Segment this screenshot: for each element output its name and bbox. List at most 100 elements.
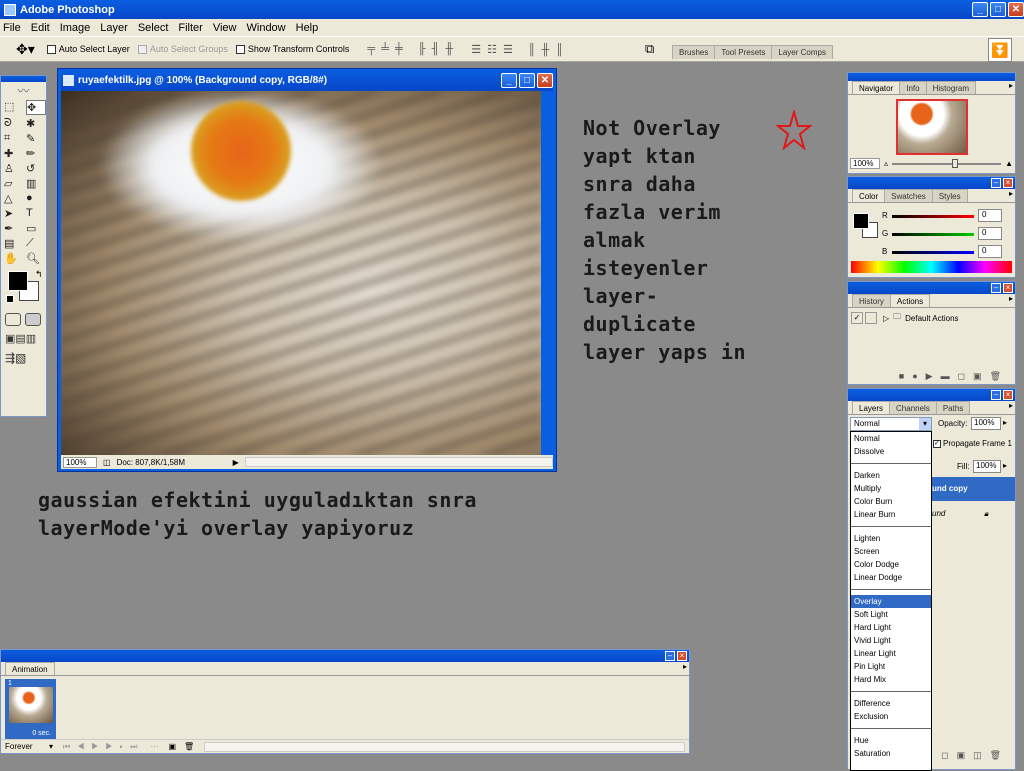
tab-navigator[interactable]: Navigator	[852, 81, 901, 94]
blend-option[interactable]: Linear Light	[851, 647, 931, 660]
close-button[interactable]: ✕	[1008, 2, 1024, 17]
hand-tool-icon[interactable]: ✋	[4, 252, 24, 265]
panel-menu-icon[interactable]: ▸	[683, 662, 687, 675]
foreground-color[interactable]	[8, 271, 28, 291]
blend-option[interactable]: Exclusion	[851, 710, 931, 723]
layer-row-selected[interactable]: und copy	[932, 477, 1015, 501]
tab-styles[interactable]: Styles	[931, 189, 968, 202]
brush-tool-icon[interactable]: ✏	[26, 147, 46, 160]
blend-option[interactable]: Screen	[851, 545, 931, 558]
tab-paths[interactable]: Paths	[935, 401, 971, 414]
blend-option[interactable]: Difference	[851, 697, 931, 710]
crop-tool-icon[interactable]: ⌗	[4, 132, 24, 145]
animation-panel-close[interactable]: ×	[677, 651, 687, 661]
tab-layers[interactable]: Layers	[852, 401, 891, 414]
blend-option[interactable]: Multiply	[851, 482, 931, 495]
blend-option[interactable]: Normal	[851, 432, 931, 445]
doc-maximize-button[interactable]: □	[519, 72, 535, 88]
move-tool-icon[interactable]: ✥	[26, 100, 46, 115]
expand-triangle-icon[interactable]: ▷	[883, 314, 889, 323]
blend-mode-dropdown[interactable]: Normal Dissolve Darken Multiply Color Bu…	[850, 431, 932, 771]
tween-icon[interactable]: ⋯	[150, 742, 158, 751]
zoom-out-icon[interactable]: ▵	[884, 159, 888, 168]
blend-option[interactable]: Linear Burn	[851, 508, 931, 521]
propagate-checkbox[interactable]: ✓	[933, 440, 941, 448]
blend-option[interactable]: Lighten	[851, 532, 931, 545]
well-tab-layer-comps[interactable]: Layer Comps	[771, 45, 833, 59]
magic-wand-tool-icon[interactable]: ✱	[26, 117, 46, 130]
dodge-tool-icon[interactable]: ●	[26, 192, 46, 205]
screen-mode-icons[interactable]: ▣▤▥	[5, 332, 42, 345]
blur-tool-icon[interactable]: △	[4, 192, 24, 205]
b-value[interactable]: 0	[978, 245, 1002, 258]
blend-option[interactable]: Color Burn	[851, 495, 931, 508]
r-slider[interactable]	[892, 215, 974, 218]
well-tab-brushes[interactable]: Brushes	[672, 45, 716, 59]
zoom-in-icon[interactable]: ▲	[1005, 159, 1013, 168]
doc-status-menu-icon[interactable]: ▶	[233, 458, 239, 467]
color-fg-swatch[interactable]	[853, 213, 869, 229]
blend-option[interactable]: Pin Light	[851, 660, 931, 673]
layers-panel-minimize[interactable]: –	[991, 390, 1001, 400]
fill-arrow-icon[interactable]: ▸	[1003, 461, 1007, 470]
loop-select[interactable]: Forever	[5, 742, 49, 751]
marquee-tool-icon[interactable]: ⬚	[4, 100, 24, 115]
action-dialog-toggle[interactable]	[865, 312, 877, 324]
menu-view[interactable]: View	[213, 22, 237, 34]
tab-color[interactable]: Color	[852, 189, 886, 202]
history-panel-close[interactable]: ×	[1003, 283, 1013, 293]
r-value[interactable]: 0	[978, 209, 1002, 222]
jump-to-imageready-icon[interactable]: ⇶▧	[5, 351, 42, 365]
navigator-zoom-field[interactable]: 100%	[850, 158, 880, 169]
tab-history[interactable]: History	[852, 294, 891, 307]
blend-option[interactable]: Color Dodge	[851, 558, 931, 571]
type-tool-icon[interactable]: T	[26, 207, 46, 220]
menu-window[interactable]: Window	[247, 22, 286, 34]
animation-frame[interactable]: 1 0 sec.	[5, 679, 56, 740]
color-spectrum-ramp[interactable]	[851, 261, 1012, 273]
slice-tool-icon[interactable]: ✎	[26, 132, 46, 145]
doc-h-scrollbar[interactable]	[244, 457, 553, 467]
chevron-down-icon[interactable]: ▾	[919, 418, 931, 430]
distribute-buttons-icon[interactable]: ☰☷☰ ║╫║	[471, 43, 569, 56]
default-colors-icon[interactable]	[6, 295, 14, 303]
g-slider[interactable]	[892, 233, 974, 236]
quick-mask-icons[interactable]	[5, 313, 42, 326]
color-swatches[interactable]: ↰	[4, 269, 43, 307]
chevron-down-icon[interactable]: ▾	[49, 742, 53, 751]
animation-panel-minimize[interactable]: –	[665, 651, 675, 661]
menu-layer[interactable]: Layer	[100, 22, 128, 34]
delete-frame-icon[interactable]: 🗑︎	[184, 742, 194, 751]
maximize-button[interactable]: □	[990, 2, 1006, 17]
menu-edit[interactable]: Edit	[31, 22, 50, 34]
b-slider[interactable]	[892, 251, 974, 254]
history-brush-icon[interactable]: ↺	[26, 162, 46, 175]
path-select-icon[interactable]: ➤	[4, 207, 24, 220]
pen-tool-icon[interactable]: ✒	[4, 222, 24, 235]
swap-colors-icon[interactable]: ↰	[35, 269, 43, 280]
animation-h-scrollbar[interactable]	[204, 741, 685, 752]
color-panel-minimize[interactable]: –	[991, 178, 1001, 188]
shape-tool-icon[interactable]: ▭	[26, 222, 46, 235]
blend-option[interactable]: Soft Light	[851, 608, 931, 621]
canvas-area[interactable]	[61, 91, 541, 455]
panel-menu-icon[interactable]: ▸	[1009, 189, 1013, 202]
healing-brush-icon[interactable]: ✚	[4, 147, 24, 160]
navigator-thumbnail[interactable]	[895, 99, 968, 155]
blend-option[interactable]: Dissolve	[851, 445, 931, 458]
color-panel-close[interactable]: ×	[1003, 178, 1013, 188]
blend-option[interactable]: Hard Mix	[851, 673, 931, 686]
menu-file[interactable]: File	[3, 22, 21, 34]
action-check-icon[interactable]: ✓	[851, 312, 863, 324]
blend-option[interactable]: Darken	[851, 469, 931, 482]
g-value[interactable]: 0	[978, 227, 1002, 240]
blend-option[interactable]: Saturation	[851, 747, 931, 760]
navigator-zoom-slider[interactable]	[892, 158, 1002, 168]
opacity-arrow-icon[interactable]: ▸	[1003, 418, 1007, 427]
fill-field[interactable]: 100%	[973, 460, 1001, 473]
blend-mode-select[interactable]: Normal ▾	[850, 417, 932, 431]
doc-minimize-button[interactable]: _	[501, 72, 517, 88]
doc-preview-icon[interactable]: ◫	[103, 458, 111, 467]
tab-channels[interactable]: Channels	[889, 401, 937, 414]
blend-option[interactable]: Hue	[851, 734, 931, 747]
